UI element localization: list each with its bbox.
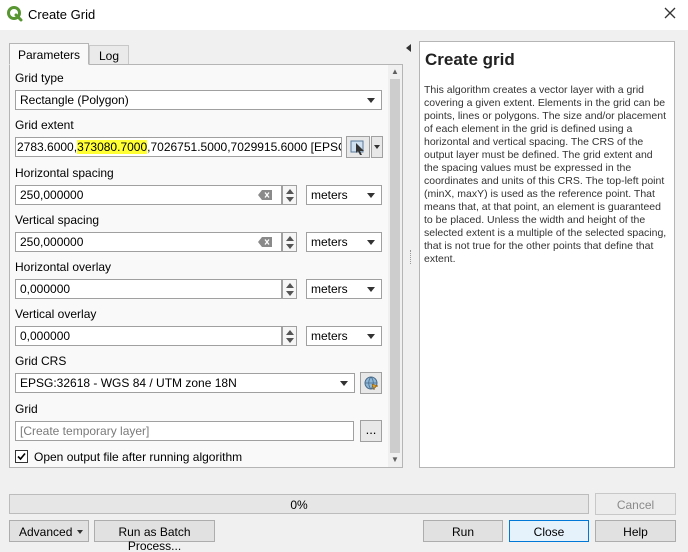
grid-type-value: Rectangle (Polygon)	[20, 93, 129, 107]
arrow-down-icon	[286, 197, 294, 202]
extent-prefix: 2783.6000,	[17, 140, 78, 154]
title-bar: Create Grid	[0, 0, 688, 30]
horizontal-overlay-unit-select[interactable]: meters	[306, 279, 382, 299]
arrow-down-icon	[286, 244, 294, 249]
progress-bar: 0%	[9, 494, 589, 514]
horizontal-spacing-label: Horizontal spacing	[15, 166, 114, 180]
grid-extent-label: Grid extent	[15, 118, 74, 132]
advanced-label: Advanced	[19, 525, 73, 539]
vertical-overlay-unit: meters	[311, 329, 348, 343]
chevron-down-icon	[77, 530, 83, 534]
chevron-down-icon	[367, 240, 375, 245]
horizontal-spacing-stepper[interactable]	[282, 185, 297, 205]
tab-parameters[interactable]: Parameters	[9, 43, 89, 65]
grid-crs-label: Grid CRS	[15, 354, 67, 368]
globe-icon	[364, 376, 379, 391]
arrow-up-icon	[286, 236, 294, 241]
grid-type-select[interactable]: Rectangle (Polygon)	[15, 90, 382, 110]
chevron-down-icon	[367, 334, 375, 339]
advanced-button[interactable]: Advanced	[9, 520, 89, 542]
vertical-overlay-label: Vertical overlay	[15, 307, 97, 321]
chevron-down-icon	[367, 193, 375, 198]
checkmark-icon	[17, 452, 26, 461]
extent-suffix: ,7026751.5000,7029915.6000 [EPSG:326	[147, 140, 341, 154]
horizontal-overlay-input[interactable]: 0,000000	[15, 279, 282, 299]
arrow-up-icon	[286, 189, 294, 194]
arrow-up-icon	[286, 330, 294, 335]
help-title: Create grid	[425, 50, 515, 69]
extent-menu-button[interactable]	[371, 136, 383, 158]
clear-icon[interactable]	[258, 237, 272, 247]
qgis-logo-icon	[7, 6, 23, 22]
parameters-scrollbar[interactable]: ▲ ▼	[388, 65, 402, 467]
horizontal-spacing-unit: meters	[311, 188, 348, 202]
extent-highlighted-value: 373080.7000	[77, 140, 148, 154]
run-button[interactable]: Run	[423, 520, 503, 542]
splitter-handle[interactable]	[410, 250, 412, 264]
horizontal-overlay-value: 0,000000	[20, 282, 71, 296]
horizontal-spacing-input[interactable]: 250,000000	[15, 185, 282, 205]
horizontal-overlay-label: Horizontal overlay	[15, 260, 112, 274]
cancel-button[interactable]: Cancel	[595, 493, 676, 515]
vertical-spacing-unit: meters	[311, 235, 348, 249]
grid-output-placeholder: [Create temporary layer]	[20, 424, 150, 438]
vertical-spacing-unit-select[interactable]: meters	[306, 232, 382, 252]
chevron-down-icon	[340, 381, 348, 386]
chevron-down-icon	[367, 287, 375, 292]
vertical-spacing-input[interactable]: 250,000000	[15, 232, 282, 252]
browse-label: ...	[365, 422, 377, 437]
progress-label: 0%	[290, 498, 308, 512]
vertical-overlay-value: 0,000000	[20, 329, 71, 343]
horizontal-overlay-stepper[interactable]	[282, 279, 297, 299]
chevron-down-icon	[374, 145, 380, 149]
help-panel: Create grid This algorithm creates a vec…	[419, 41, 675, 468]
browse-output-button[interactable]: ...	[360, 420, 382, 442]
scroll-down-icon[interactable]: ▼	[391, 455, 399, 464]
grid-crs-select[interactable]: EPSG:32618 - WGS 84 / UTM zone 18N	[15, 373, 355, 393]
help-button[interactable]: Help	[595, 520, 676, 542]
arrow-up-icon	[286, 283, 294, 288]
vertical-spacing-label: Vertical spacing	[15, 213, 100, 227]
chevron-down-icon	[367, 98, 375, 103]
vertical-spacing-value: 250,000000	[20, 235, 84, 249]
vertical-overlay-input[interactable]: 0,000000	[15, 326, 282, 346]
grid-type-label: Grid type	[15, 71, 64, 85]
run-batch-button[interactable]: Run as Batch Process...	[94, 520, 215, 552]
close-icon[interactable]	[662, 5, 678, 21]
grid-output-input[interactable]: [Create temporary layer]	[15, 421, 354, 441]
vertical-overlay-stepper[interactable]	[282, 326, 297, 346]
open-output-label: Open output file after running algorithm	[34, 450, 243, 464]
close-button[interactable]: Close	[509, 520, 589, 542]
map-cursor-icon	[350, 140, 364, 155]
grid-extent-input[interactable]: 2783.6000,373080.7000,7026751.5000,70299…	[15, 137, 342, 157]
tab-log[interactable]: Log	[89, 45, 129, 65]
help-body: This algorithm creates a vector layer wi…	[424, 84, 667, 265]
collapse-help-icon[interactable]	[406, 44, 411, 52]
select-extent-button[interactable]	[346, 136, 370, 158]
grid-output-label: Grid	[15, 402, 38, 416]
horizontal-spacing-unit-select[interactable]: meters	[306, 185, 382, 205]
horizontal-overlay-unit: meters	[311, 282, 348, 296]
arrow-down-icon	[286, 338, 294, 343]
grid-crs-value: EPSG:32618 - WGS 84 / UTM zone 18N	[20, 376, 237, 390]
scroll-up-icon[interactable]: ▲	[391, 67, 399, 76]
vertical-overlay-unit-select[interactable]: meters	[306, 326, 382, 346]
horizontal-spacing-value: 250,000000	[20, 188, 84, 202]
scrollbar-thumb[interactable]	[390, 79, 400, 453]
select-crs-button[interactable]	[360, 372, 382, 394]
window-title: Create Grid	[28, 7, 96, 22]
arrow-down-icon	[286, 291, 294, 296]
open-output-checkbox[interactable]	[15, 450, 28, 463]
vertical-spacing-stepper[interactable]	[282, 232, 297, 252]
clear-icon[interactable]	[258, 190, 272, 200]
